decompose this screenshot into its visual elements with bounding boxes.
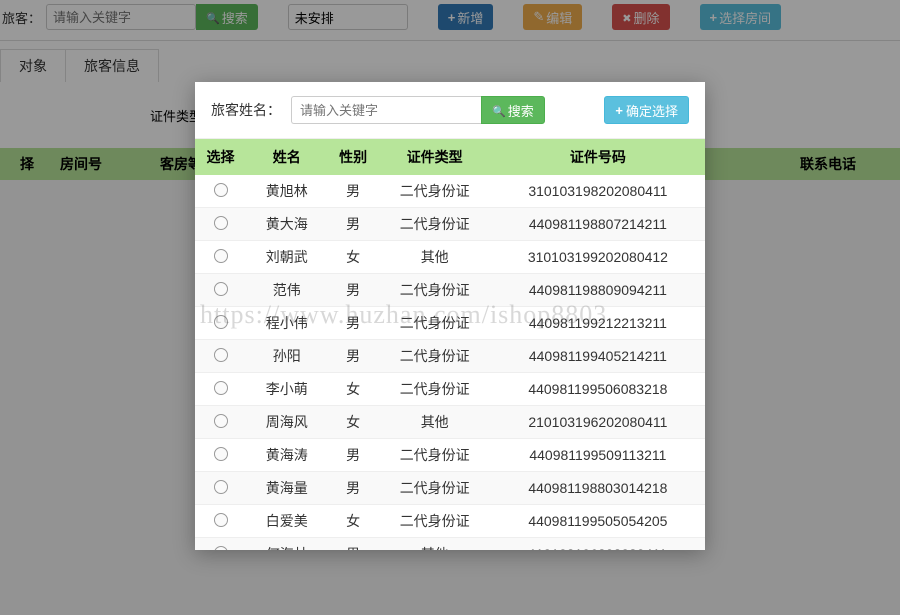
cell-gender: 男 [328, 274, 379, 307]
col-idno: 证件号码 [491, 139, 705, 175]
row-radio[interactable] [214, 480, 228, 494]
modal-body[interactable]: 选择 姓名 性别 证件类型 证件号码 黄旭林男二代身份证310103198202… [195, 138, 705, 550]
cell-idno: 440981198803014218 [491, 472, 705, 505]
cell-name: 何海林 [246, 538, 328, 551]
table-row[interactable]: 李小萌女二代身份证440981199506083218 [195, 373, 705, 406]
cell-name: 孙阳 [246, 340, 328, 373]
row-radio[interactable] [214, 315, 228, 329]
table-row[interactable]: 周海风女其他210103196202080411 [195, 406, 705, 439]
col-idtype: 证件类型 [379, 139, 491, 175]
cell-idtype: 二代身份证 [379, 373, 491, 406]
cell-idtype: 二代身份证 [379, 472, 491, 505]
cell-idtype: 其他 [379, 538, 491, 551]
plus-icon [615, 103, 623, 118]
row-radio[interactable] [214, 348, 228, 362]
confirm-select-button[interactable]: 确定选择 [604, 96, 689, 124]
cell-idno: 440981199505054205 [491, 505, 705, 538]
table-row[interactable]: 刘朝武女其他310103199202080412 [195, 241, 705, 274]
cell-name: 程小伟 [246, 307, 328, 340]
cell-gender: 男 [328, 538, 379, 551]
cell-idno: 310103198202080411 [491, 175, 705, 208]
cell-name: 李小萌 [246, 373, 328, 406]
row-radio[interactable] [214, 513, 228, 527]
cell-gender: 男 [328, 340, 379, 373]
cell-gender: 女 [328, 241, 379, 274]
cell-name: 黄海量 [246, 472, 328, 505]
cell-gender: 男 [328, 307, 379, 340]
cell-idtype: 其他 [379, 241, 491, 274]
cell-idtype: 二代身份证 [379, 274, 491, 307]
table-row[interactable]: 黄旭林男二代身份证310103198202080411 [195, 175, 705, 208]
table-row[interactable]: 何海林男其他110103196202080411 [195, 538, 705, 551]
table-row[interactable]: 黄海量男二代身份证440981198803014218 [195, 472, 705, 505]
cell-idno: 110103196202080411 [491, 538, 705, 551]
cell-gender: 男 [328, 472, 379, 505]
modal-search-button[interactable]: 搜索 [481, 96, 545, 124]
col-name: 姓名 [246, 139, 328, 175]
table-row[interactable]: 白爱美女二代身份证440981199505054205 [195, 505, 705, 538]
cell-idtype: 二代身份证 [379, 307, 491, 340]
cell-name: 黄旭林 [246, 175, 328, 208]
cell-idno: 440981198807214211 [491, 208, 705, 241]
confirm-btn-label: 确定选择 [626, 101, 678, 120]
cell-name: 白爱美 [246, 505, 328, 538]
cell-name: 黄大海 [246, 208, 328, 241]
table-row[interactable]: 程小伟男二代身份证440981199212213211 [195, 307, 705, 340]
modal-header: 旅客姓名： 搜索 确定选择 [195, 82, 705, 138]
cell-idno: 440981199405214211 [491, 340, 705, 373]
row-radio[interactable] [214, 381, 228, 395]
col-select: 选择 [195, 139, 246, 175]
cell-gender: 女 [328, 406, 379, 439]
cell-idno: 440981199212213211 [491, 307, 705, 340]
guest-table: 选择 姓名 性别 证件类型 证件号码 黄旭林男二代身份证310103198202… [195, 139, 705, 550]
row-radio[interactable] [214, 216, 228, 230]
cell-idtype: 二代身份证 [379, 439, 491, 472]
cell-gender: 男 [328, 208, 379, 241]
cell-gender: 女 [328, 373, 379, 406]
row-radio[interactable] [214, 282, 228, 296]
cell-gender: 男 [328, 175, 379, 208]
cell-idno: 440981199509113211 [491, 439, 705, 472]
cell-name: 周海风 [246, 406, 328, 439]
modal-name-label: 旅客姓名： [211, 100, 281, 120]
table-row[interactable]: 黄海涛男二代身份证440981199509113211 [195, 439, 705, 472]
table-row[interactable]: 范伟男二代身份证440981198809094211 [195, 274, 705, 307]
row-radio[interactable] [214, 249, 228, 263]
cell-gender: 女 [328, 505, 379, 538]
search-icon [492, 103, 506, 118]
row-radio[interactable] [214, 447, 228, 461]
cell-name: 刘朝武 [246, 241, 328, 274]
cell-name: 黄海涛 [246, 439, 328, 472]
table-row[interactable]: 孙阳男二代身份证440981199405214211 [195, 340, 705, 373]
cell-idno: 310103199202080412 [491, 241, 705, 274]
row-radio[interactable] [214, 183, 228, 197]
cell-idtype: 二代身份证 [379, 340, 491, 373]
cell-name: 范伟 [246, 274, 328, 307]
row-radio[interactable] [214, 414, 228, 428]
modal-search-input[interactable] [291, 96, 481, 124]
cell-gender: 男 [328, 439, 379, 472]
cell-idno: 210103196202080411 [491, 406, 705, 439]
cell-idtype: 二代身份证 [379, 505, 491, 538]
modal-overlay: 旅客姓名： 搜索 确定选择 选择 姓名 性别 [0, 0, 900, 615]
cell-idtype: 二代身份证 [379, 208, 491, 241]
table-row[interactable]: 黄大海男二代身份证440981198807214211 [195, 208, 705, 241]
modal-search-group: 搜索 [291, 96, 545, 124]
guest-picker-modal: 旅客姓名： 搜索 确定选择 选择 姓名 性别 [195, 82, 705, 550]
row-radio[interactable] [214, 546, 228, 551]
col-gender: 性别 [328, 139, 379, 175]
cell-idtype: 二代身份证 [379, 175, 491, 208]
cell-idtype: 其他 [379, 406, 491, 439]
guest-table-header-row: 选择 姓名 性别 证件类型 证件号码 [195, 139, 705, 175]
cell-idno: 440981198809094211 [491, 274, 705, 307]
cell-idno: 440981199506083218 [491, 373, 705, 406]
modal-search-btn-label: 搜索 [508, 101, 534, 120]
